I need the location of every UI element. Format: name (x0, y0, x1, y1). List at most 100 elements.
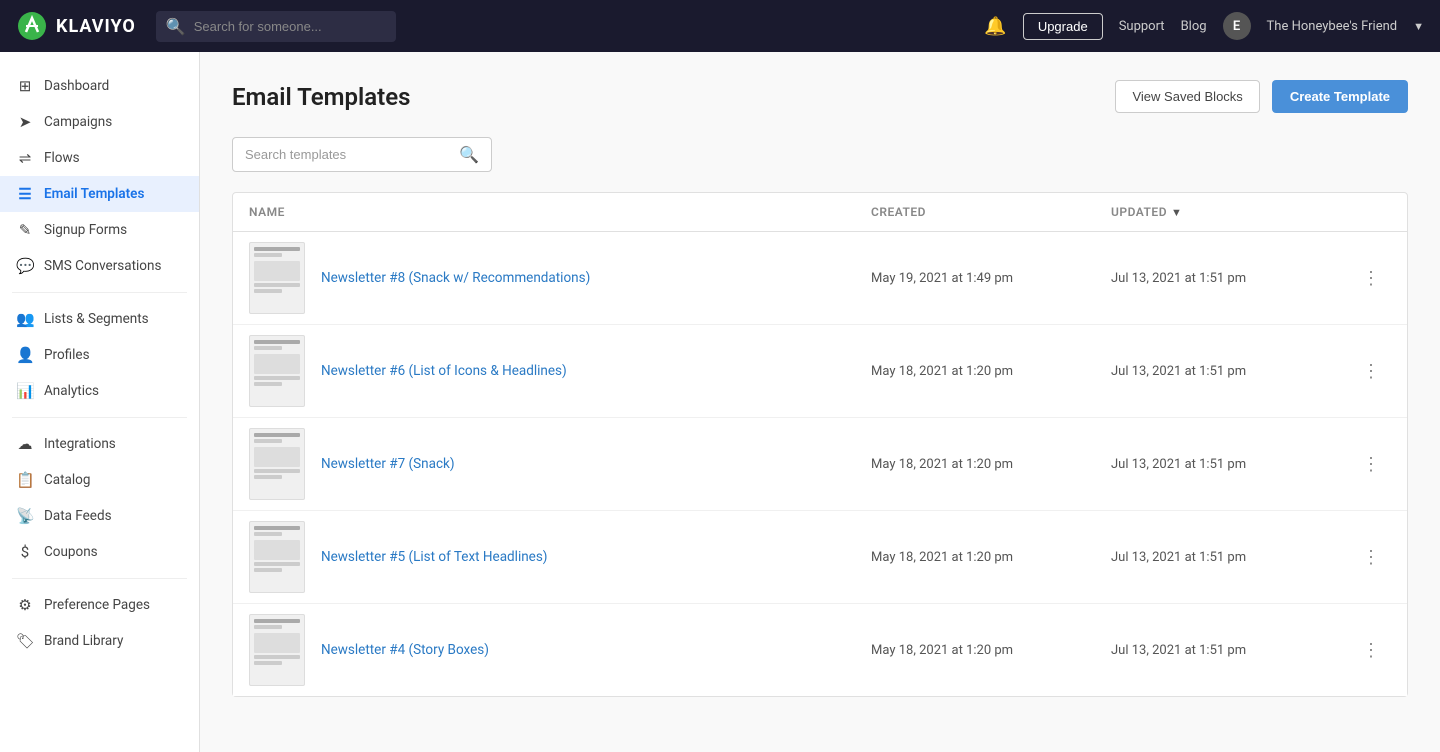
signup-forms-icon: ✎ (16, 221, 34, 239)
table-row: Newsletter #5 (List of Text Headlines) M… (233, 511, 1407, 604)
sidebar-item-coupons[interactable]: $ Coupons (0, 534, 199, 570)
template-created-date: May 18, 2021 at 1:20 pm (871, 550, 1111, 565)
sidebar-item-label: Catalog (44, 472, 90, 488)
row-actions-menu[interactable]: ⋮ (1351, 547, 1391, 568)
col-updated-label: Updated (1111, 205, 1167, 219)
template-thumbnail (249, 614, 305, 686)
support-link[interactable]: Support (1119, 19, 1165, 34)
template-name-link[interactable]: Newsletter #8 (Snack w/ Recommendations) (321, 270, 871, 286)
sidebar-data-section: 👥 Lists & Segments 👤 Profiles 📊 Analytic… (0, 301, 199, 409)
email-templates-icon: ☰ (16, 185, 34, 203)
col-header-name: Name (249, 205, 871, 219)
sidebar-item-label: Coupons (44, 544, 98, 560)
row-actions-menu[interactable]: ⋮ (1351, 361, 1391, 382)
notifications-bell[interactable]: 🔔 (984, 16, 1006, 37)
sidebar-item-preference-pages[interactable]: ⚙ Preference Pages (0, 587, 199, 623)
sidebar-item-email-templates[interactable]: ☰ Email Templates (0, 176, 199, 212)
user-menu-chevron[interactable]: ▼ (1413, 20, 1424, 33)
main-content: Email Templates View Saved Blocks Create… (200, 52, 1440, 752)
sidebar-item-catalog[interactable]: 📋 Catalog (0, 462, 199, 498)
template-updated-date: Jul 13, 2021 at 1:51 pm (1111, 550, 1351, 565)
template-thumbnail (249, 428, 305, 500)
top-navigation: KLAVIYO 🔍 🔔 Upgrade Support Blog E The H… (0, 0, 1440, 52)
header-actions: View Saved Blocks Create Template (1115, 80, 1408, 113)
table-row: Newsletter #4 (Story Boxes) May 18, 2021… (233, 604, 1407, 696)
template-search-input[interactable] (245, 147, 451, 162)
sidebar-item-sms-conversations[interactable]: 💬 SMS Conversations (0, 248, 199, 284)
col-header-created: Created (871, 205, 1111, 219)
logo-text: KLAVIYO (56, 16, 136, 37)
sidebar-divider-3 (12, 578, 187, 579)
sidebar-item-profiles[interactable]: 👤 Profiles (0, 337, 199, 373)
global-search[interactable]: 🔍 (156, 11, 396, 42)
template-created-date: May 18, 2021 at 1:20 pm (871, 643, 1111, 658)
sidebar-divider-2 (12, 417, 187, 418)
sidebar-item-flows[interactable]: ⇌ Flows (0, 140, 199, 176)
search-icon: 🔍 (166, 17, 186, 36)
sidebar-item-brand-library[interactable]: 🏷 Brand Library (0, 623, 199, 659)
table-row: Newsletter #7 (Snack) May 18, 2021 at 1:… (233, 418, 1407, 511)
preference-pages-icon: ⚙ (16, 596, 34, 614)
table-header: Name Created Updated ▼ (233, 193, 1407, 232)
sidebar-item-data-feeds[interactable]: 📡 Data Feeds (0, 498, 199, 534)
sidebar-item-analytics[interactable]: 📊 Analytics (0, 373, 199, 409)
sidebar-item-label: Profiles (44, 347, 90, 363)
template-created-date: May 18, 2021 at 1:20 pm (871, 364, 1111, 379)
coupons-icon: $ (16, 543, 34, 561)
row-actions-menu[interactable]: ⋮ (1351, 454, 1391, 475)
logo[interactable]: KLAVIYO (16, 10, 136, 42)
blog-link[interactable]: Blog (1181, 19, 1207, 34)
sidebar-main-section: ⊞ Dashboard ➤ Campaigns ⇌ Flows ☰ Email … (0, 68, 199, 284)
col-header-updated[interactable]: Updated ▼ (1111, 205, 1351, 219)
sidebar-item-label: Analytics (44, 383, 99, 399)
analytics-icon: 📊 (16, 382, 34, 400)
template-name-link[interactable]: Newsletter #7 (Snack) (321, 456, 871, 472)
sidebar-item-label: Email Templates (44, 186, 144, 202)
page-title: Email Templates (232, 83, 410, 111)
search-icon: 🔍 (459, 145, 479, 164)
sidebar-divider-1 (12, 292, 187, 293)
sidebar-item-label: Flows (44, 150, 80, 166)
sidebar-item-label: Campaigns (44, 114, 112, 130)
sidebar-tools-section: ☁ Integrations 📋 Catalog 📡 Data Feeds $ … (0, 426, 199, 570)
sidebar: ⊞ Dashboard ➤ Campaigns ⇌ Flows ☰ Email … (0, 52, 200, 752)
sidebar-item-campaigns[interactable]: ➤ Campaigns (0, 104, 199, 140)
profiles-icon: 👤 (16, 346, 34, 364)
sidebar-item-label: Preference Pages (44, 597, 150, 613)
template-thumbnail (249, 242, 305, 314)
template-name-link[interactable]: Newsletter #4 (Story Boxes) (321, 642, 871, 658)
template-thumbnail (249, 335, 305, 407)
table-row: Newsletter #8 (Snack w/ Recommendations)… (233, 232, 1407, 325)
row-actions-menu[interactable]: ⋮ (1351, 268, 1391, 289)
sidebar-item-signup-forms[interactable]: ✎ Signup Forms (0, 212, 199, 248)
create-template-button[interactable]: Create Template (1272, 80, 1408, 113)
topnav-right: 🔔 Upgrade Support Blog E The Honeybee's … (984, 12, 1424, 40)
upgrade-button[interactable]: Upgrade (1023, 13, 1103, 40)
flows-icon: ⇌ (16, 149, 34, 167)
page-header: Email Templates View Saved Blocks Create… (232, 80, 1408, 113)
avatar[interactable]: E (1223, 12, 1251, 40)
sort-arrow-icon: ▼ (1171, 206, 1182, 219)
sidebar-item-label: Lists & Segments (44, 311, 149, 327)
template-created-date: May 18, 2021 at 1:20 pm (871, 457, 1111, 472)
dashboard-icon: ⊞ (16, 77, 34, 95)
template-name-link[interactable]: Newsletter #6 (List of Icons & Headlines… (321, 363, 871, 379)
sms-icon: 💬 (16, 257, 34, 275)
sidebar-item-label: Signup Forms (44, 222, 127, 238)
template-updated-date: Jul 13, 2021 at 1:51 pm (1111, 457, 1351, 472)
row-actions-menu[interactable]: ⋮ (1351, 640, 1391, 661)
view-saved-blocks-button[interactable]: View Saved Blocks (1115, 80, 1259, 113)
template-updated-date: Jul 13, 2021 at 1:51 pm (1111, 364, 1351, 379)
table-row: Newsletter #6 (List of Icons & Headlines… (233, 325, 1407, 418)
template-search-container[interactable]: 🔍 (232, 137, 492, 172)
template-name-link[interactable]: Newsletter #5 (List of Text Headlines) (321, 549, 871, 565)
sidebar-item-integrations[interactable]: ☁ Integrations (0, 426, 199, 462)
global-search-input[interactable] (194, 19, 386, 34)
user-name[interactable]: The Honeybee's Friend (1267, 19, 1398, 34)
sidebar-item-label: Integrations (44, 436, 116, 452)
sidebar-item-lists-segments[interactable]: 👥 Lists & Segments (0, 301, 199, 337)
sidebar-item-dashboard[interactable]: ⊞ Dashboard (0, 68, 199, 104)
sidebar-item-label: Dashboard (44, 78, 109, 94)
sidebar-item-label: Brand Library (44, 633, 123, 649)
template-created-date: May 19, 2021 at 1:49 pm (871, 271, 1111, 286)
